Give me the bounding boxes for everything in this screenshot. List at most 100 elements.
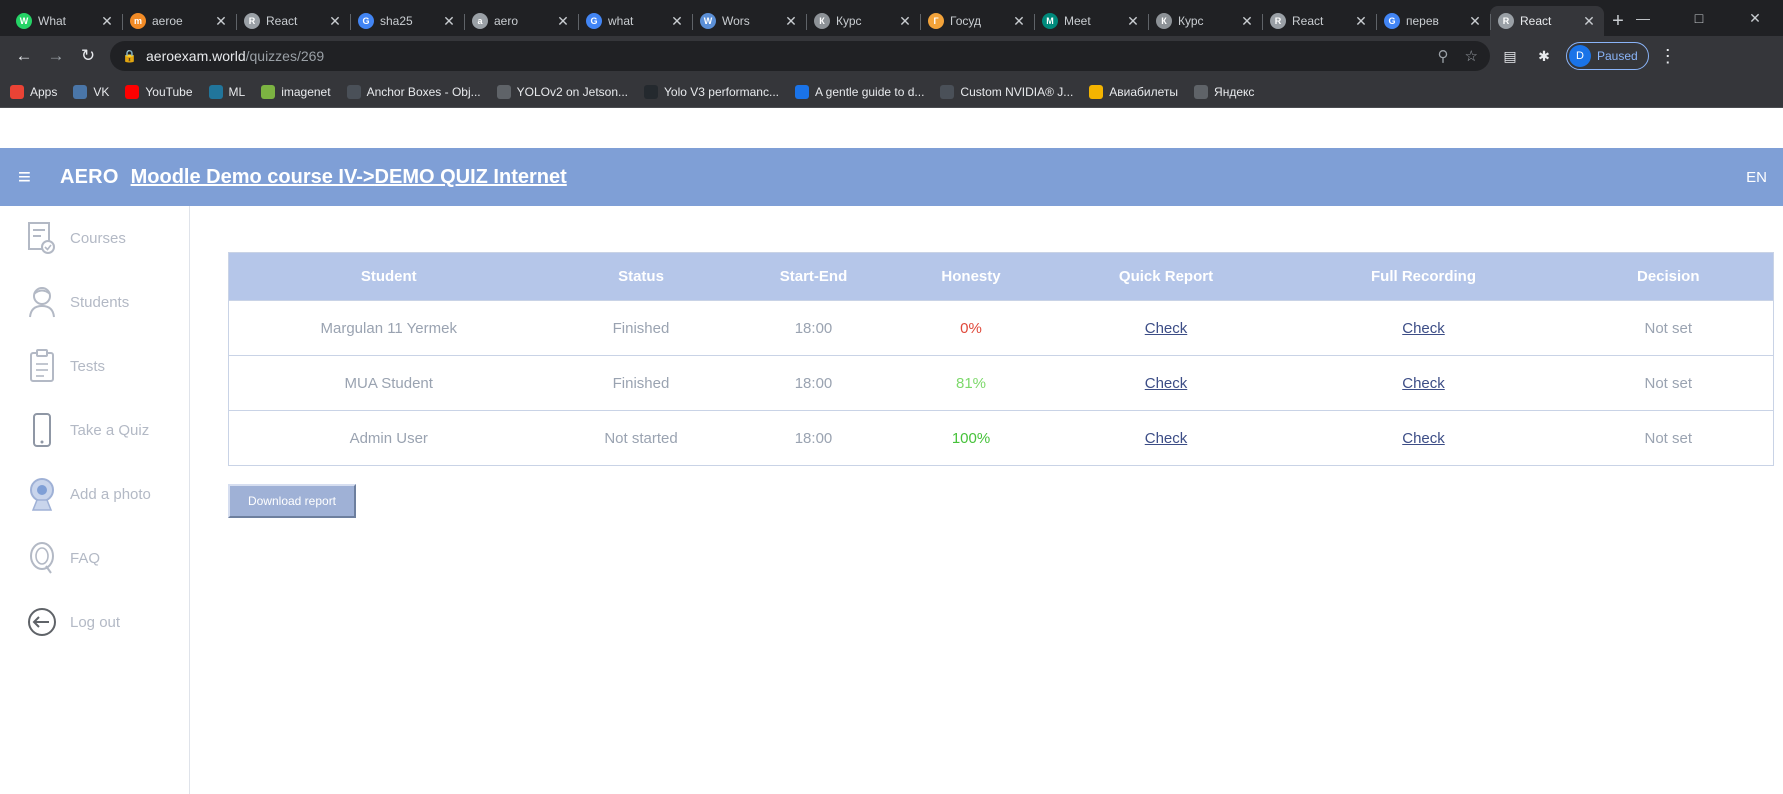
browser-tab-label: React	[1520, 14, 1552, 28]
browser-tab[interactable]: R React ✕	[1490, 6, 1604, 36]
zoom-icon[interactable]: ⚲	[1438, 47, 1449, 65]
bookmark-item[interactable]: Yolo V3 performanc...	[644, 84, 779, 99]
browser-tab[interactable]: R React ✕	[236, 6, 350, 36]
browser-tab[interactable]: Gперев ✕	[1376, 6, 1490, 36]
quick-report-check-link[interactable]: Check	[1145, 375, 1188, 392]
language-switch[interactable]: EN	[1746, 169, 1767, 186]
breadcrumb-quiz-link[interactable]: DEMO QUIZ Internet	[375, 166, 567, 188]
browser-menu-icon[interactable]: ⋮	[1659, 46, 1677, 67]
close-window-icon[interactable]: ✕	[1727, 0, 1783, 36]
close-tab-icon[interactable]: ✕	[1012, 13, 1026, 30]
sidebar-item-tests[interactable]: Tests	[0, 334, 189, 398]
browser-tab-label: Курс	[1178, 14, 1204, 28]
close-tab-icon[interactable]: ✕	[442, 13, 456, 30]
sidebar-item-faq[interactable]: FAQ	[0, 526, 189, 590]
p-icon	[795, 84, 809, 99]
brand-logo[interactable]: AERO	[60, 166, 119, 189]
address-bar[interactable]: 🔒 aeroexam.world/quizzes/269 ⚲ ☆	[110, 41, 1490, 71]
back-arrow-icon[interactable]: ←	[8, 40, 40, 72]
sidebar-item-label: Take a Quiz	[70, 421, 150, 439]
sidebar-item-log-out[interactable]: Log out	[0, 590, 189, 654]
close-tab-icon[interactable]: ✕	[100, 13, 114, 30]
full-recording-check-link[interactable]: Check	[1402, 430, 1445, 447]
courses-icon	[26, 220, 58, 256]
forward-arrow-icon[interactable]: →	[40, 40, 72, 72]
browser-tab[interactable]: R React ✕	[1262, 6, 1376, 36]
bookmark-label: YouTube	[145, 84, 193, 99]
sidebar: Courses Students Tests Take a Quiz Add a…	[0, 206, 190, 794]
close-tab-icon[interactable]: ✕	[1468, 13, 1482, 30]
browser-tab-label: Госуд	[950, 14, 981, 28]
close-tab-icon[interactable]: ✕	[898, 13, 912, 30]
column-header-student: Student	[228, 252, 549, 301]
wordpress-icon	[208, 84, 223, 99]
download-report-button[interactable]: Download report	[228, 484, 356, 518]
close-tab-icon[interactable]: ✕	[784, 13, 798, 30]
browser-tab[interactable]: Г Госуд ✕	[920, 6, 1034, 36]
apps-grid-icon	[10, 84, 24, 99]
full-recording-cell: Check	[1283, 410, 1564, 466]
column-header-quick-report: Quick Report	[1048, 252, 1284, 301]
profile-button[interactable]: D Paused	[1566, 42, 1649, 70]
extensions-puzzle-icon[interactable]: ✱	[1530, 42, 1558, 70]
sidebar-item-courses[interactable]: Courses	[0, 206, 189, 270]
quick-report-check-link[interactable]: Check	[1145, 320, 1188, 337]
phone-icon	[26, 412, 58, 448]
decision-cell[interactable]: Not set	[1563, 300, 1774, 356]
full-recording-check-link[interactable]: Check	[1402, 375, 1445, 392]
close-tab-icon[interactable]: ✕	[1354, 13, 1368, 30]
browser-tab[interactable]: M Meet ✕	[1034, 6, 1148, 36]
bookmark-star-icon[interactable]: ☆	[1465, 47, 1478, 65]
close-tab-icon[interactable]: ✕	[1240, 13, 1254, 30]
browser-tab-label: aeroe	[152, 14, 183, 28]
bookmark-item[interactable]: Авиабилеты	[1089, 84, 1178, 99]
bookmark-item[interactable]: VK	[73, 84, 109, 99]
close-tab-icon[interactable]: ✕	[556, 13, 570, 30]
sidebar-item-students[interactable]: Students	[0, 270, 189, 334]
close-tab-icon[interactable]: ✕	[1126, 13, 1140, 30]
bookmark-item[interactable]: Anchor Boxes - Obj...	[346, 84, 481, 99]
browser-tab[interactable]: a aero ✕	[464, 6, 578, 36]
close-tab-icon[interactable]: ✕	[214, 13, 228, 30]
sidebar-item-take-a-quiz[interactable]: Take a Quiz	[0, 398, 189, 462]
google-icon: G	[586, 13, 602, 29]
bookmark-item[interactable]: A gentle guide to d...	[795, 84, 924, 99]
close-tab-icon[interactable]: ✕	[1582, 13, 1596, 30]
meet-icon: M	[1042, 13, 1058, 29]
browser-tab[interactable]: W Wors ✕	[692, 6, 806, 36]
infinity-icon	[346, 84, 361, 99]
bookmark-item[interactable]: YouTube	[125, 84, 193, 99]
close-tab-icon[interactable]: ✕	[328, 13, 342, 30]
reload-icon[interactable]: ↻	[72, 40, 104, 72]
browser-tab[interactable]: Gwhat ✕	[578, 6, 692, 36]
decision-cell[interactable]: Not set	[1563, 355, 1774, 411]
browser-tab[interactable]: m aeroe ✕	[122, 6, 236, 36]
browser-tab[interactable]: К Курс ✕	[806, 6, 920, 36]
browser-tab[interactable]: W What ✕	[8, 6, 122, 36]
quick-report-check-link[interactable]: Check	[1145, 430, 1188, 447]
bookmark-item[interactable]: Custom NVIDIA® J...	[940, 84, 1073, 99]
bookmark-item[interactable]: ML	[208, 84, 246, 99]
column-header-start-end: Start-End	[733, 252, 894, 301]
bookmark-item[interactable]: Apps	[10, 84, 57, 99]
bookmark-item[interactable]: YOLOv2 on Jetson...	[496, 84, 628, 99]
aero-extension-icon[interactable]: ▤	[1496, 42, 1524, 70]
bookmark-item[interactable]: imagenet	[261, 84, 331, 99]
quick-report-cell: Check	[1048, 300, 1284, 356]
whatsapp-icon: W	[16, 13, 32, 29]
bookmark-item[interactable]: Яндекс	[1194, 84, 1254, 99]
hamburger-menu-icon[interactable]: ≡	[18, 164, 44, 190]
google-icon: G	[358, 13, 374, 29]
breadcrumb-course-link[interactable]: Moodle Demo course IV->DEMO QUIZ Interne…	[131, 166, 567, 189]
browser-tab[interactable]: К Курс ✕	[1148, 6, 1262, 36]
decision-cell[interactable]: Not set	[1563, 410, 1774, 466]
full-recording-check-link[interactable]: Check	[1402, 320, 1445, 337]
chrome-page-icon	[1194, 84, 1209, 99]
browser-tab[interactable]: Gsha25 ✕	[350, 6, 464, 36]
minimize-icon[interactable]: —	[1615, 0, 1671, 36]
bookmark-label: ML	[228, 84, 246, 99]
close-tab-icon[interactable]: ✕	[670, 13, 684, 30]
browser-tab-label: What	[38, 14, 67, 28]
sidebar-item-add-a-photo[interactable]: Add a photo	[0, 462, 189, 526]
maximize-icon[interactable]: □	[1671, 0, 1727, 36]
